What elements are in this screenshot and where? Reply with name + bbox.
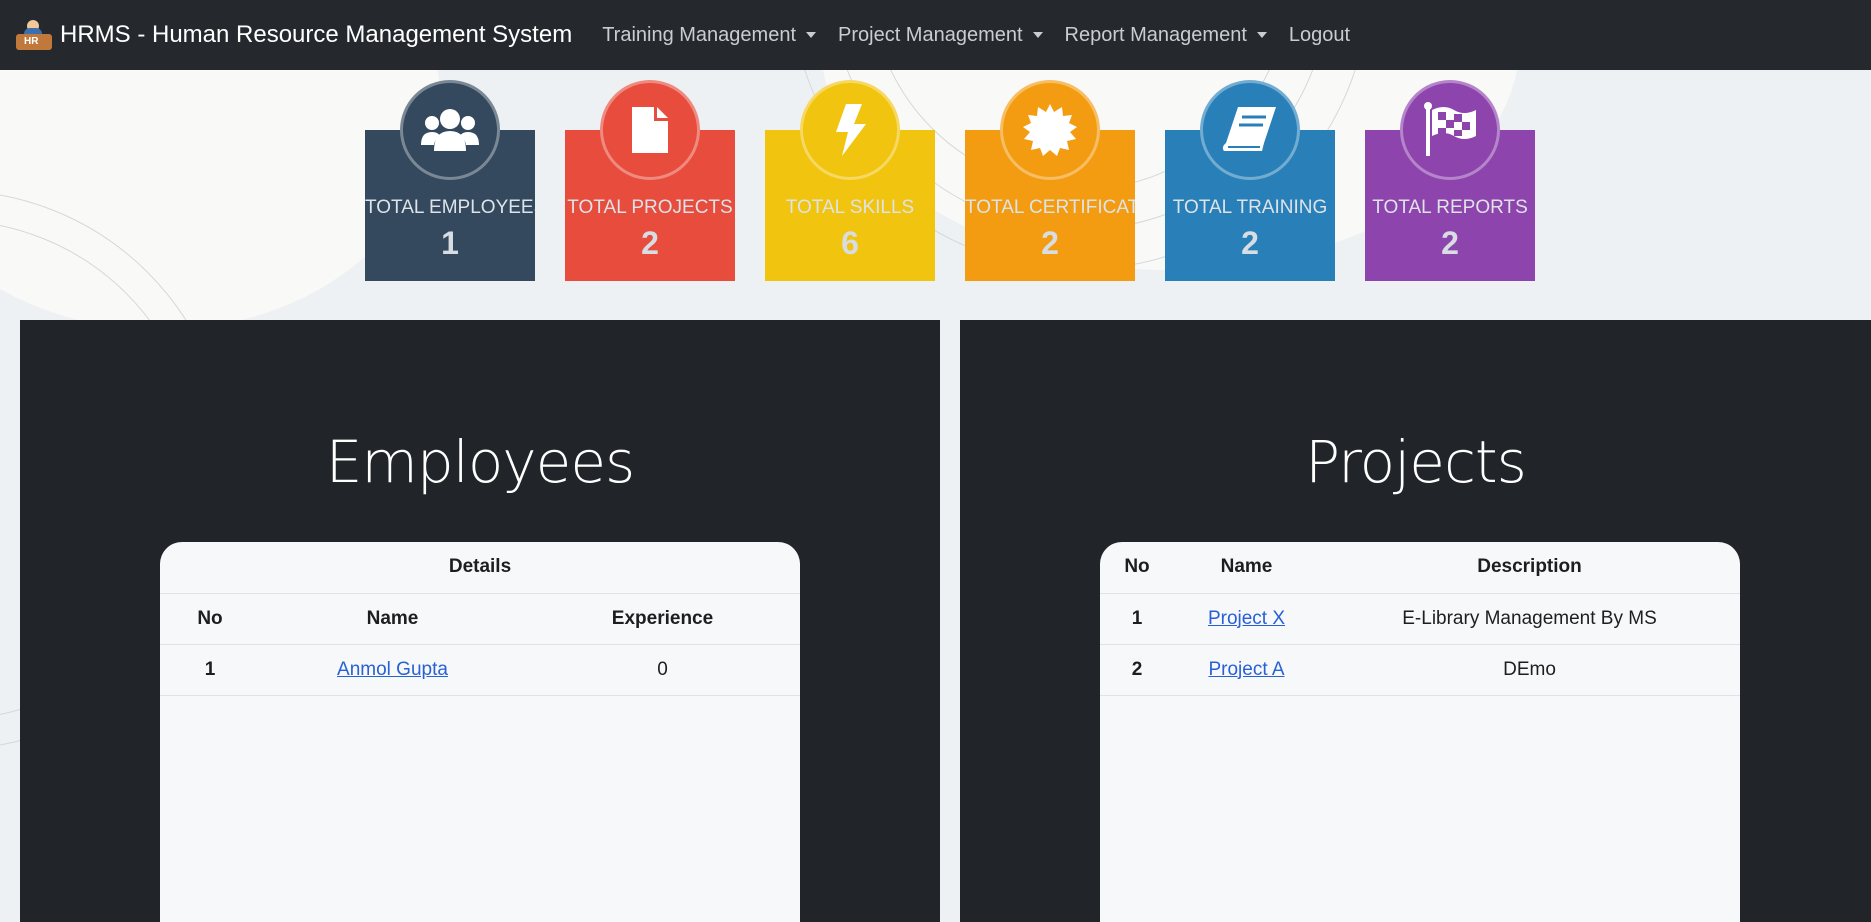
- table-group-header: Details: [160, 542, 800, 594]
- table-row: 2 Project A DEmo: [1100, 644, 1740, 696]
- cell-no: 1: [160, 644, 260, 696]
- bolt-icon: [800, 80, 900, 180]
- stat-card-training[interactable]: TOTAL TRAINING 2: [1165, 80, 1335, 281]
- stat-card-employees[interactable]: TOTAL EMPLOYEES 1: [365, 80, 535, 281]
- users-icon: [400, 80, 500, 180]
- employees-table-card: Details No Name Experience 1 Anmol Gupta…: [160, 542, 800, 922]
- project-link[interactable]: Project X: [1208, 608, 1285, 629]
- employees-table: Details No Name Experience 1 Anmol Gupta…: [160, 542, 800, 696]
- nav-project-management[interactable]: Project Management: [838, 24, 1043, 47]
- hr-logo-icon: HR: [14, 18, 54, 52]
- stat-card-certificate[interactable]: TOTAL CERTIFICATE 2: [965, 80, 1135, 281]
- cell-name: Project X: [1174, 593, 1319, 645]
- stat-label: TOTAL PROJECTS: [567, 197, 733, 218]
- column-header-no: No: [160, 593, 260, 645]
- stat-label: TOTAL CERTIFICATE: [965, 197, 1135, 218]
- caret-down-icon: [806, 32, 816, 38]
- cell-description: DEmo: [1319, 644, 1740, 696]
- cell-no: 2: [1100, 644, 1174, 696]
- nav-report-management[interactable]: Report Management: [1065, 24, 1267, 47]
- book-icon: [1200, 80, 1300, 180]
- stat-label: TOTAL SKILLS: [785, 197, 915, 218]
- stat-card-projects[interactable]: TOTAL PROJECTS 2: [565, 80, 735, 281]
- stat-value: 1: [441, 225, 459, 261]
- projects-table: No Name Description 1 Project X E-Librar…: [1100, 542, 1740, 696]
- caret-down-icon: [1256, 32, 1267, 38]
- caret-down-icon: [1032, 32, 1043, 38]
- projects-panel: Projects No Name Description 1 Project X…: [960, 320, 1871, 922]
- stat-value: 2: [1441, 225, 1459, 261]
- file-icon: [600, 80, 700, 180]
- stat-value: 2: [1041, 225, 1059, 261]
- column-header-name: Name: [1174, 542, 1319, 594]
- employees-title: Employees: [325, 428, 635, 496]
- project-link[interactable]: Project A: [1208, 659, 1284, 680]
- table-row: 1 Anmol Gupta 0: [160, 644, 800, 696]
- employees-panel: Employees Details No Name Experience 1 A…: [20, 320, 940, 922]
- column-header-no: No: [1100, 542, 1174, 594]
- certificate-icon: [1000, 80, 1100, 180]
- cell-name: Project A: [1174, 644, 1319, 696]
- cell-experience: 0: [525, 644, 800, 696]
- stat-value: 6: [841, 225, 859, 261]
- projects-title: Projects: [1305, 428, 1527, 496]
- top-navbar: HR HRMS - Human Resource Management Syst…: [0, 0, 1871, 70]
- stat-card-reports[interactable]: TOTAL REPORTS 2: [1365, 80, 1535, 281]
- employee-link[interactable]: Anmol Gupta: [337, 659, 448, 680]
- stat-value: 2: [1241, 225, 1259, 261]
- brand-title: HRMS - Human Resource Management System: [60, 21, 573, 48]
- column-header-experience: Experience: [525, 593, 800, 645]
- stat-label: TOTAL REPORTS: [1372, 197, 1528, 218]
- flag-checkered-icon: [1400, 80, 1500, 180]
- stat-card-skills[interactable]: TOTAL SKILLS 6: [765, 80, 935, 281]
- stat-label: TOTAL EMPLOYEES: [365, 197, 535, 218]
- column-header-name: Name: [260, 593, 525, 645]
- cell-name: Anmol Gupta: [260, 644, 525, 696]
- cell-description: E-Library Management By MS: [1319, 593, 1740, 645]
- projects-table-card: No Name Description 1 Project X E-Librar…: [1100, 542, 1740, 922]
- column-header-description: Description: [1319, 542, 1740, 594]
- brand[interactable]: HR HRMS - Human Resource Management Syst…: [14, 18, 572, 52]
- stat-value: 2: [641, 225, 659, 261]
- table-row: 1 Project X E-Library Management By MS: [1100, 593, 1740, 645]
- nav-logout[interactable]: Logout: [1289, 24, 1350, 47]
- nav-training-management[interactable]: Training Management: [602, 24, 816, 47]
- stat-label: TOTAL TRAINING: [1172, 197, 1328, 218]
- cell-no: 1: [1100, 593, 1174, 645]
